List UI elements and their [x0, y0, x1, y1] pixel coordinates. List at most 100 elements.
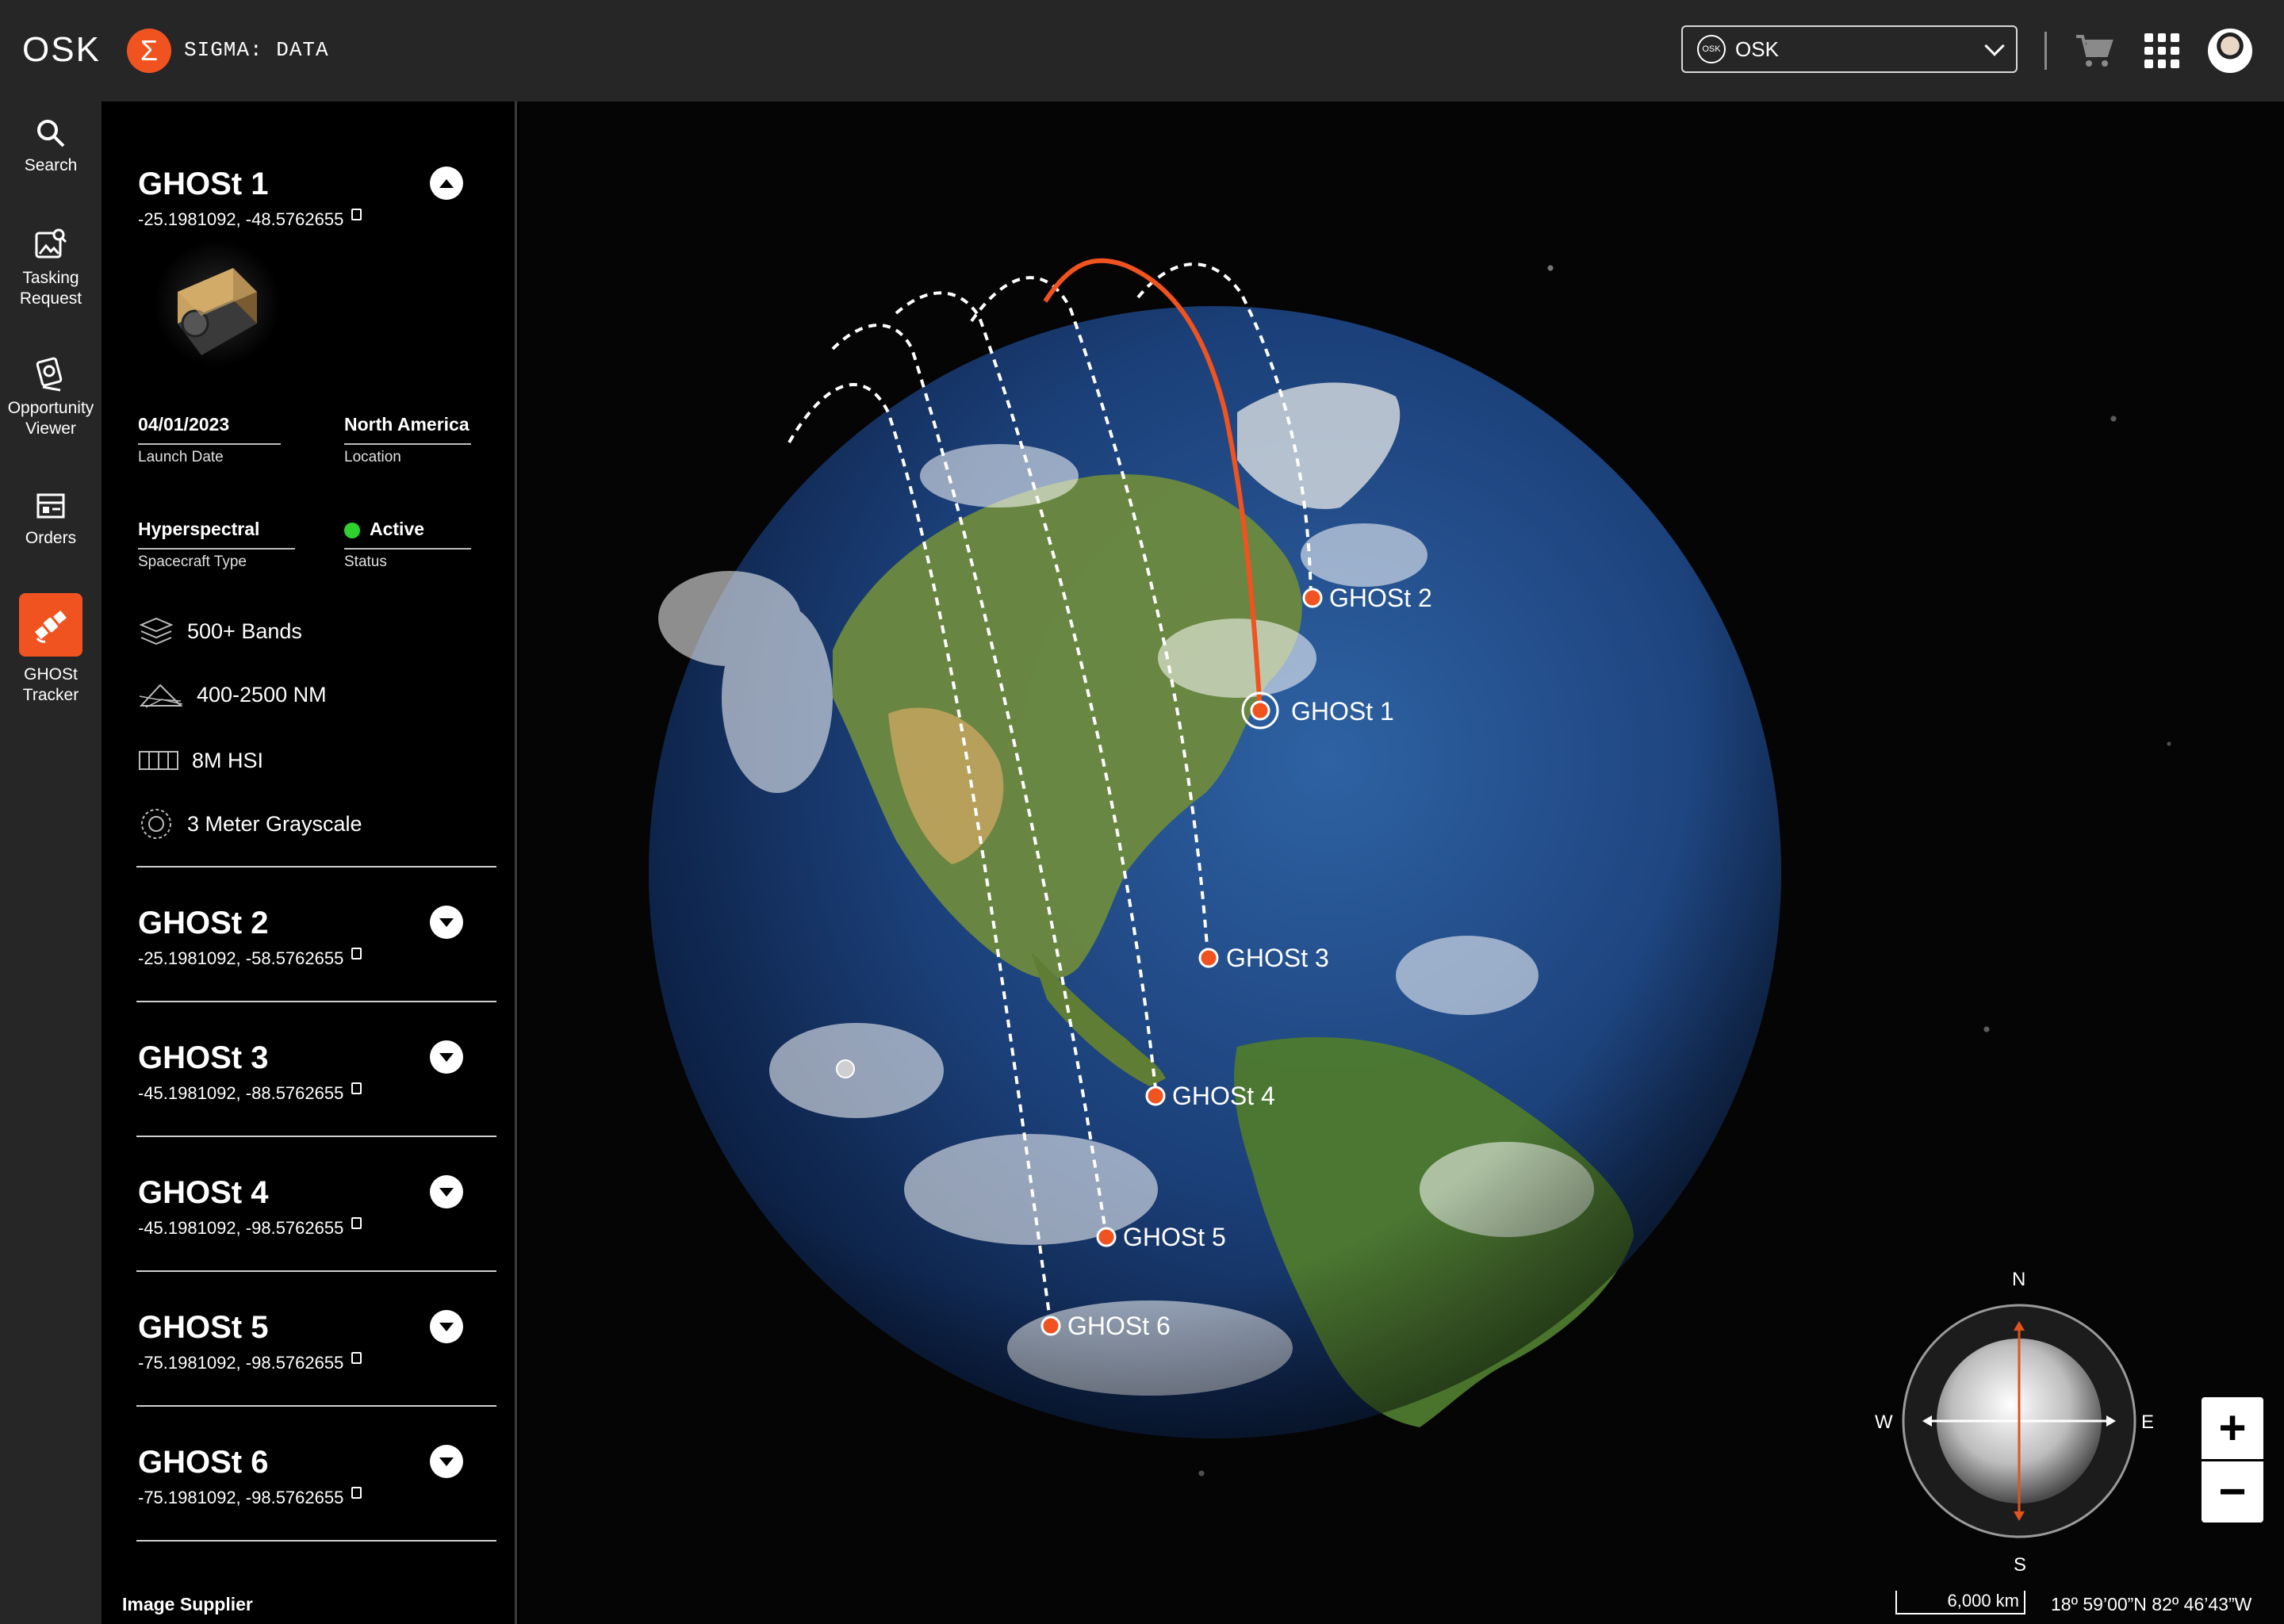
spec-grayscale: 3 Meter Grayscale [138, 806, 362, 842]
map-marker-ghost-6[interactable] [1040, 1316, 1061, 1336]
search-icon [37, 120, 65, 147]
nav-active-tile [19, 593, 82, 657]
satellite-coords: -45.1981092, -98.5762655 [138, 1217, 362, 1239]
satellite-coords: -25.1981092, -58.5762655 [138, 948, 362, 969]
satellite-coords: -75.1981092, -98.5762655 [138, 1487, 362, 1508]
status-label: Status [344, 553, 387, 570]
location-label: Location [344, 449, 401, 465]
nav-item-orders[interactable]: Orders [0, 490, 102, 549]
satellite-name: GHOSt 4 [138, 1175, 269, 1210]
satellite-coords: -25.1981092, -48.5762655 [138, 209, 362, 230]
avatar[interactable] [2208, 29, 2252, 73]
org-badge-icon: OSK [1697, 35, 1726, 63]
app-title: SIGMA: DATA [184, 38, 329, 62]
nav-item-label: Search [24, 156, 78, 174]
satellite-name: GHOSt 3 [138, 1040, 269, 1075]
map-marker-label: GHOSt 1 [1291, 697, 1394, 726]
zoom-in-button[interactable]: + [2202, 1397, 2263, 1459]
satellite-image [154, 240, 281, 367]
nav-item-opportunity-viewer[interactable]: Opportunity Viewer [0, 357, 102, 439]
left-nav: Search Tasking Request Opportunity Viewe… [0, 102, 102, 1624]
chevron-down-icon [1984, 36, 2005, 56]
copy-icon[interactable] [351, 209, 362, 220]
satellite-name: GHOSt 1 [138, 167, 269, 201]
map-scale-bar: 6,000 km [1895, 1591, 2025, 1614]
launch-date-value: 04/01/2023 [138, 414, 281, 445]
chevron-up-icon [439, 178, 454, 188]
list-divider [136, 1136, 496, 1137]
map-marker-ghost-2[interactable] [1302, 588, 1323, 608]
zoom-control: + − [2202, 1397, 2263, 1522]
chevron-down-icon [439, 1187, 454, 1197]
satellite-name: GHOSt 2 [138, 906, 269, 940]
compass[interactable] [1902, 1304, 2136, 1538]
satellite-list-panel: GHOSt 1 -25.1981092, -48.5762655 04/01/2… [102, 102, 517, 1624]
map-marker-ghost-3[interactable] [1198, 948, 1219, 968]
spec-wavelength: 400-2500 NM [138, 679, 327, 710]
compass-east-label: E [2141, 1411, 2155, 1433]
copy-icon[interactable] [351, 1352, 362, 1364]
satellite-name: GHOSt 6 [138, 1445, 269, 1480]
top-bar: OSK Σ SIGMA: DATA OSK OSK [0, 0, 2284, 102]
spec-bands: 500+ Bands [138, 615, 302, 647]
image-search-icon [35, 228, 67, 259]
map-marker-ghost-1[interactable] [1250, 700, 1270, 721]
map-marker-ghost-4[interactable] [1145, 1086, 1166, 1106]
nav-item-label: Orders [25, 529, 77, 547]
map-marker-label: GHOSt 6 [1067, 1312, 1171, 1340]
orders-icon [36, 493, 65, 519]
copy-icon[interactable] [351, 1487, 362, 1499]
expand-button[interactable] [430, 1040, 463, 1074]
status-value: Active [344, 519, 471, 550]
list-divider [136, 866, 496, 868]
nav-item-tasking-request[interactable]: Tasking Request [0, 227, 102, 309]
zoom-out-button[interactable]: − [2202, 1461, 2263, 1522]
film-strip-icon [139, 751, 178, 770]
location-value: North America [344, 414, 471, 445]
copy-icon[interactable] [351, 948, 362, 959]
expand-button[interactable] [430, 1175, 463, 1208]
prism-icon [139, 684, 183, 708]
spacecraft-type-label: Spacecraft Type [138, 553, 247, 570]
chevron-down-icon [439, 1457, 454, 1466]
compass-south-label: S [2014, 1554, 2027, 1576]
satellite-icon [35, 610, 67, 643]
cursor-coordinates: 18º 59’00”N 82º 46’43”W [2051, 1594, 2252, 1614]
expand-button[interactable] [430, 1310, 463, 1343]
sigma-logo-icon: Σ [127, 29, 171, 73]
chevron-down-icon [439, 1052, 454, 1062]
nav-item-search[interactable]: Search [0, 117, 102, 176]
list-divider [136, 1001, 496, 1002]
satellite-coords: -75.1981092, -98.5762655 [138, 1352, 362, 1373]
globe-map-view[interactable]: GHOSt 1 GHOSt 2 GHOSt 3 GHOSt 4 GHOSt 5 … [519, 102, 2284, 1624]
map-marker-ghost-5[interactable] [1096, 1227, 1117, 1247]
spec-hsi: 8M HSI [138, 747, 263, 774]
expand-button[interactable] [430, 1445, 463, 1478]
osk-logo[interactable]: OSK [22, 30, 101, 70]
cart-icon[interactable] [2073, 30, 2114, 71]
layers-icon [139, 617, 174, 645]
apps-grid-icon[interactable] [2144, 33, 2179, 68]
list-divider [136, 1270, 496, 1272]
launch-date-label: Launch Date [138, 449, 224, 465]
header-divider [2044, 32, 2047, 70]
collapse-button[interactable] [430, 167, 463, 200]
spacecraft-type-value: Hyperspectral [138, 519, 295, 550]
location-pin-icon[interactable] [836, 1059, 855, 1078]
opportunity-icon [36, 357, 63, 392]
chevron-down-icon [439, 1322, 454, 1331]
map-marker-label: GHOSt 5 [1123, 1223, 1226, 1251]
nav-item-label: GHOSt Tracker [22, 665, 79, 704]
status-active-dot [344, 522, 360, 538]
organization-select[interactable]: OSK OSK [1681, 25, 2018, 73]
chevron-down-icon [439, 917, 454, 927]
copy-icon[interactable] [351, 1082, 362, 1094]
expand-button[interactable] [430, 906, 463, 939]
organization-select-value: OSK [1735, 36, 1779, 61]
nav-item-ghost-tracker[interactable]: GHOSt Tracker [0, 593, 102, 706]
aperture-icon [141, 809, 171, 839]
copy-icon[interactable] [351, 1217, 362, 1229]
globe-canvas[interactable]: GHOSt 1 GHOSt 2 GHOSt 3 GHOSt 4 GHOSt 5 … [519, 102, 2284, 1624]
list-divider [136, 1540, 496, 1542]
map-marker-label: GHOSt 4 [1172, 1082, 1275, 1110]
